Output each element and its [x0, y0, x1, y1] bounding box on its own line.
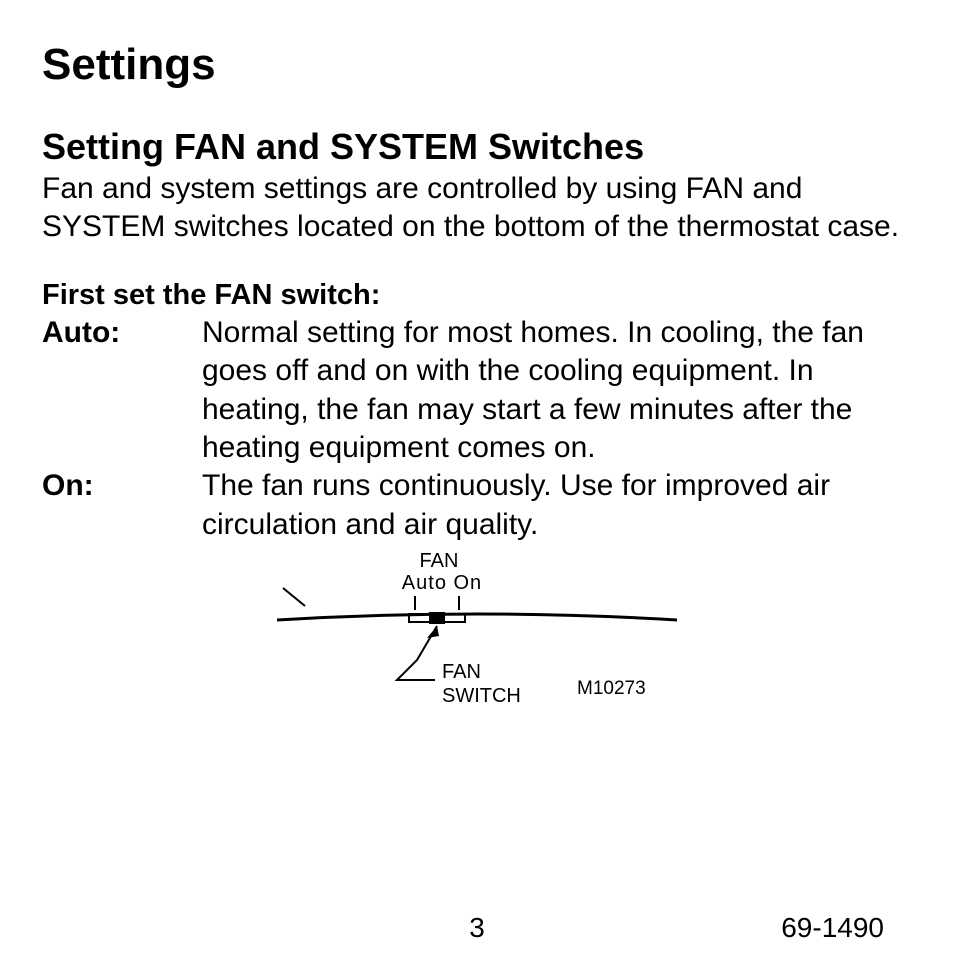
figure-code: M10273 — [577, 678, 646, 700]
fan-switch-figure: FAN Auto On FAN SWITCH M10273 — [277, 550, 677, 730]
figure-label-switch: FAN SWITCH — [442, 660, 521, 708]
list-item: Auto: Normal setting for most homes. In … — [42, 314, 912, 468]
term-on: On: — [42, 467, 202, 544]
figure-label-fan: FAN — [399, 550, 479, 573]
subheading: First set the FAN switch: — [42, 279, 912, 312]
list-item: On: The fan runs continuously. Use for i… — [42, 467, 912, 544]
desc-auto: Normal setting for most homes. In coolin… — [202, 314, 912, 468]
desc-on: The fan runs continuously. Use for impro… — [202, 467, 912, 544]
term-auto: Auto: — [42, 314, 202, 468]
page-title: Settings — [42, 40, 912, 90]
document-number: 69-1490 — [781, 912, 884, 944]
section-heading: Setting FAN and SYSTEM Switches — [42, 126, 912, 168]
figure-label-positions: Auto On — [387, 572, 497, 595]
intro-paragraph: Fan and system settings are controlled b… — [42, 170, 912, 247]
definition-list: Auto: Normal setting for most homes. In … — [42, 314, 912, 544]
